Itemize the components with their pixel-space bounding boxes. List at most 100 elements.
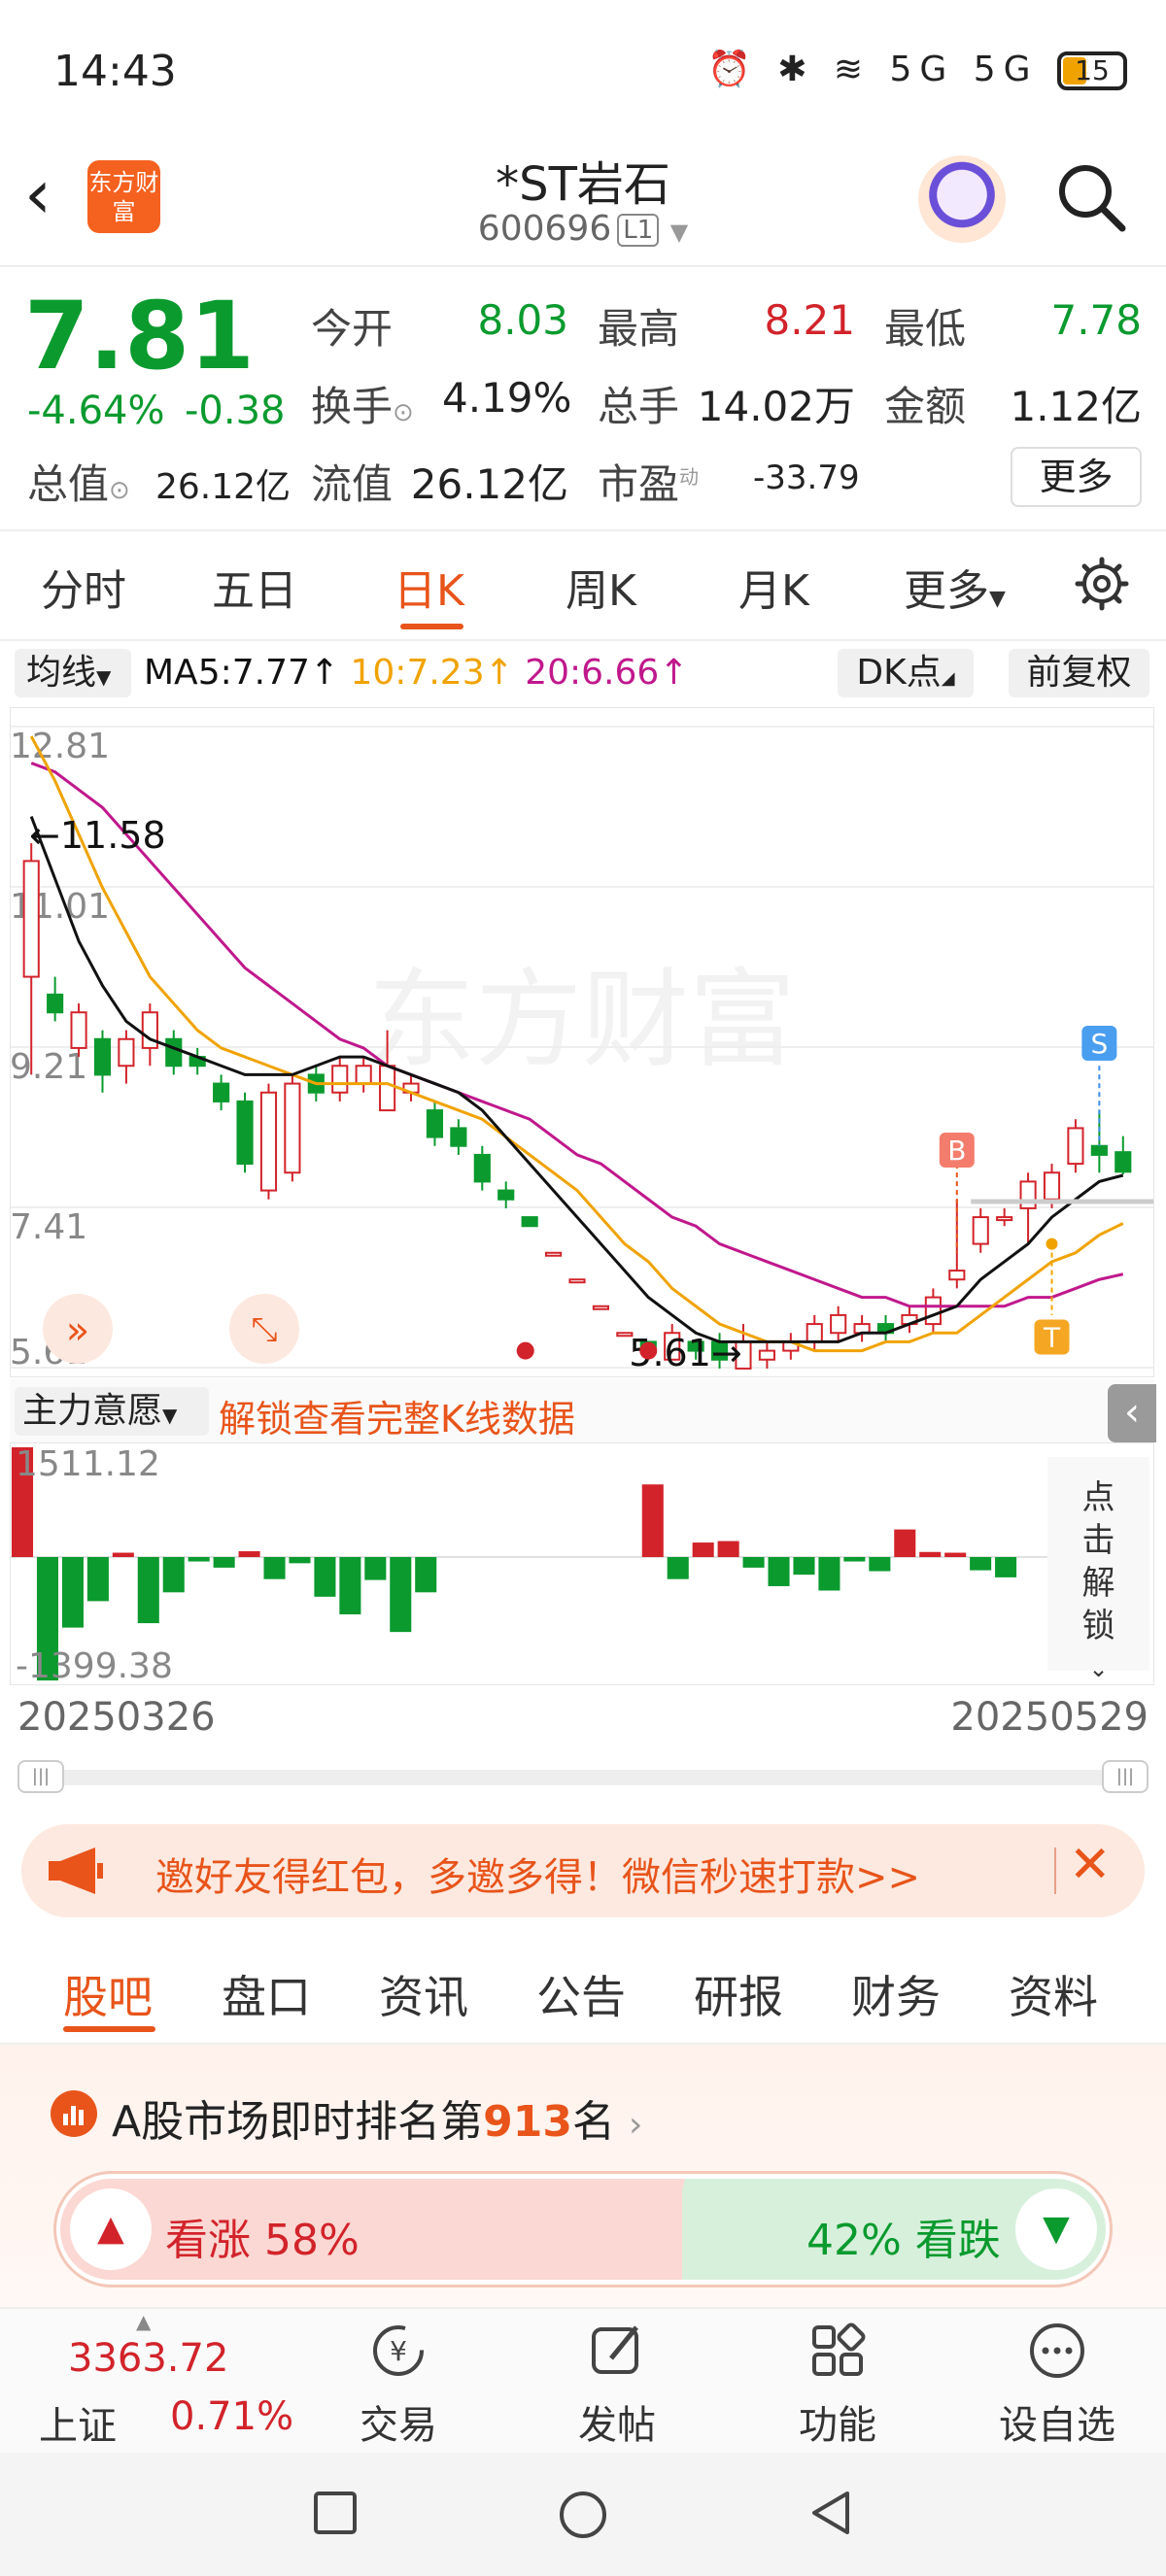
tab-research[interactable]: 研报 (694, 1962, 783, 2026)
pe-value: -33.79 (753, 458, 860, 497)
toolbar-functions[interactable]: 功能 (760, 2320, 915, 2450)
market-cap-label[interactable]: 总值⊙ (27, 452, 130, 511)
date-end: 20250529 (950, 1695, 1149, 1740)
search-icon[interactable] (1054, 160, 1127, 233)
candle-body (972, 1216, 989, 1245)
toolbar-trade[interactable]: ¥ 交易 (321, 2320, 476, 2450)
range-handle-left[interactable]: ||| (17, 1760, 64, 1793)
candle-body (426, 1109, 444, 1138)
volume-label: 总手 (598, 383, 680, 430)
gear-icon[interactable] (1074, 556, 1130, 612)
candle-body (806, 1323, 823, 1343)
recent-apps-icon[interactable] (311, 2489, 360, 2537)
float-cap-value: 26.12亿 (410, 460, 568, 508)
vote-up-area[interactable] (60, 2179, 682, 2280)
market-cap-value: 26.12亿 (155, 467, 292, 507)
tab-finance[interactable]: 财务 (851, 1962, 941, 2026)
rank-chart-icon (51, 2090, 97, 2137)
y-tick-label: 9.21 (10, 1047, 87, 1087)
high-value: 8.21 (764, 296, 855, 344)
indicator-bar (768, 1557, 790, 1586)
indicator-select[interactable]: 主力意愿▼ (15, 1387, 209, 1436)
bullish-percent: 看涨 58% (165, 2216, 360, 2265)
indicator-bar (314, 1557, 336, 1597)
high-label: 最高 (598, 305, 680, 353)
index-name[interactable]: 上证 (39, 2394, 117, 2451)
pe-label[interactable]: 市盈动 (598, 452, 699, 511)
market-rank[interactable]: A股市场即时排名第913名 › (112, 2086, 642, 2149)
ma-select[interactable]: 均线▼ (15, 649, 131, 697)
indicator-bar (213, 1557, 235, 1568)
indicator-bar (364, 1557, 387, 1580)
tab-underline (400, 624, 463, 629)
toolbar-add-watchlist[interactable]: 设自选 (979, 2320, 1135, 2450)
indicator-bar (289, 1557, 311, 1564)
tab-guba[interactable]: 股吧 (63, 1962, 153, 2026)
forward-adjust-button[interactable]: 前复权 (1009, 649, 1149, 697)
more-button[interactable]: 更多 (1011, 447, 1142, 507)
dk-point-button[interactable]: DK点◢ (838, 649, 974, 697)
back-nav-icon[interactable] (806, 2489, 855, 2537)
tab-weekly-k[interactable]: 周K (566, 556, 636, 618)
vote-split (641, 2179, 685, 2280)
candle-body (521, 1216, 538, 1228)
expand-up-icon[interactable]: ▲ (136, 2310, 151, 2333)
amount-value: 1.12亿 (1010, 383, 1142, 430)
candle-body (355, 1065, 372, 1085)
bearish-vote-button[interactable]: ▼ (1015, 2188, 1097, 2270)
candle-body (118, 1037, 135, 1068)
megaphone-icon (49, 1847, 103, 1894)
low-value: 7.78 (1050, 296, 1142, 344)
home-icon[interactable] (557, 2489, 609, 2541)
change-percent: -4.64% (27, 389, 165, 433)
tab-five-day[interactable]: 五日 (212, 556, 297, 618)
tab-intraday[interactable]: 分时 (41, 556, 126, 618)
indicator-bar (944, 1552, 967, 1557)
robot-assistant-avatar[interactable] (918, 155, 1006, 243)
signal-dot (639, 1341, 658, 1360)
tab-news[interactable]: 资讯 (379, 1962, 468, 2026)
indicator-bar (843, 1557, 866, 1562)
tab-pankou[interactable]: 盘口 (222, 1962, 311, 2026)
bullish-vote-button[interactable]: ▲ (70, 2188, 152, 2270)
candle-body (830, 1313, 847, 1335)
side-unlock-button[interactable]: 点击解锁 ⌄ (1047, 1457, 1149, 1682)
hold-marker-label: T (1043, 1322, 1061, 1354)
tab-daily-k[interactable]: 日K (394, 556, 464, 618)
range-handle-right[interactable]: ||| (1102, 1760, 1149, 1793)
candle-body (1090, 1144, 1108, 1156)
tab-monthly-k[interactable]: 月K (738, 556, 809, 618)
promo-text[interactable]: 邀好友得红包，多邀多得！微信秒速打款>> (155, 1846, 920, 1902)
grid-icon (812, 2322, 866, 2376)
low-label: 最低 (884, 305, 967, 353)
turnover-label[interactable]: 换手⊙ (311, 374, 414, 433)
indicator-bar (818, 1557, 840, 1591)
indicator-bar (112, 1552, 134, 1557)
sell-marker-label: S (1090, 1028, 1108, 1060)
candle-body (497, 1189, 515, 1201)
y-tick-label: 7.41 (10, 1207, 87, 1247)
svg-text:¥: ¥ (390, 2335, 407, 2367)
index-value[interactable]: 3363.72 (68, 2336, 228, 2381)
toolbar-trade-label: 交易 (360, 2403, 437, 2448)
open-label: 今开 (311, 305, 394, 353)
tab-announcements[interactable]: 公告 (536, 1962, 626, 2026)
toolbar-post[interactable]: 发帖 (539, 2320, 695, 2450)
kline-chart[interactable]: 东方财富12.8111.019.217.415.61←11.585.61→BTS… (10, 707, 1154, 1377)
indicator-bar (970, 1557, 992, 1571)
indicator-bar (339, 1557, 361, 1614)
unlock-kline-link[interactable]: 解锁查看完整K线数据 (219, 1389, 575, 1442)
edit-icon (592, 2325, 638, 2374)
indicator-chart: 1511.12 -1399.38 (10, 1442, 1154, 1685)
candle-body (213, 1082, 230, 1102)
range-slider-track[interactable] (19, 1770, 1147, 1785)
high-price-label: ←11.58 (29, 814, 166, 857)
change-amount: -0.38 (185, 389, 286, 433)
tab-profile[interactable]: 资料 (1009, 1962, 1098, 2026)
tab-more[interactable]: 更多▼ (904, 556, 1006, 618)
battery-icon: 15 (1057, 51, 1127, 90)
collapse-icon[interactable]: ‹ (1108, 1384, 1156, 1442)
candle-body (948, 1270, 966, 1281)
close-icon[interactable]: ✕ (1069, 1836, 1112, 1894)
candle-body (284, 1082, 301, 1174)
